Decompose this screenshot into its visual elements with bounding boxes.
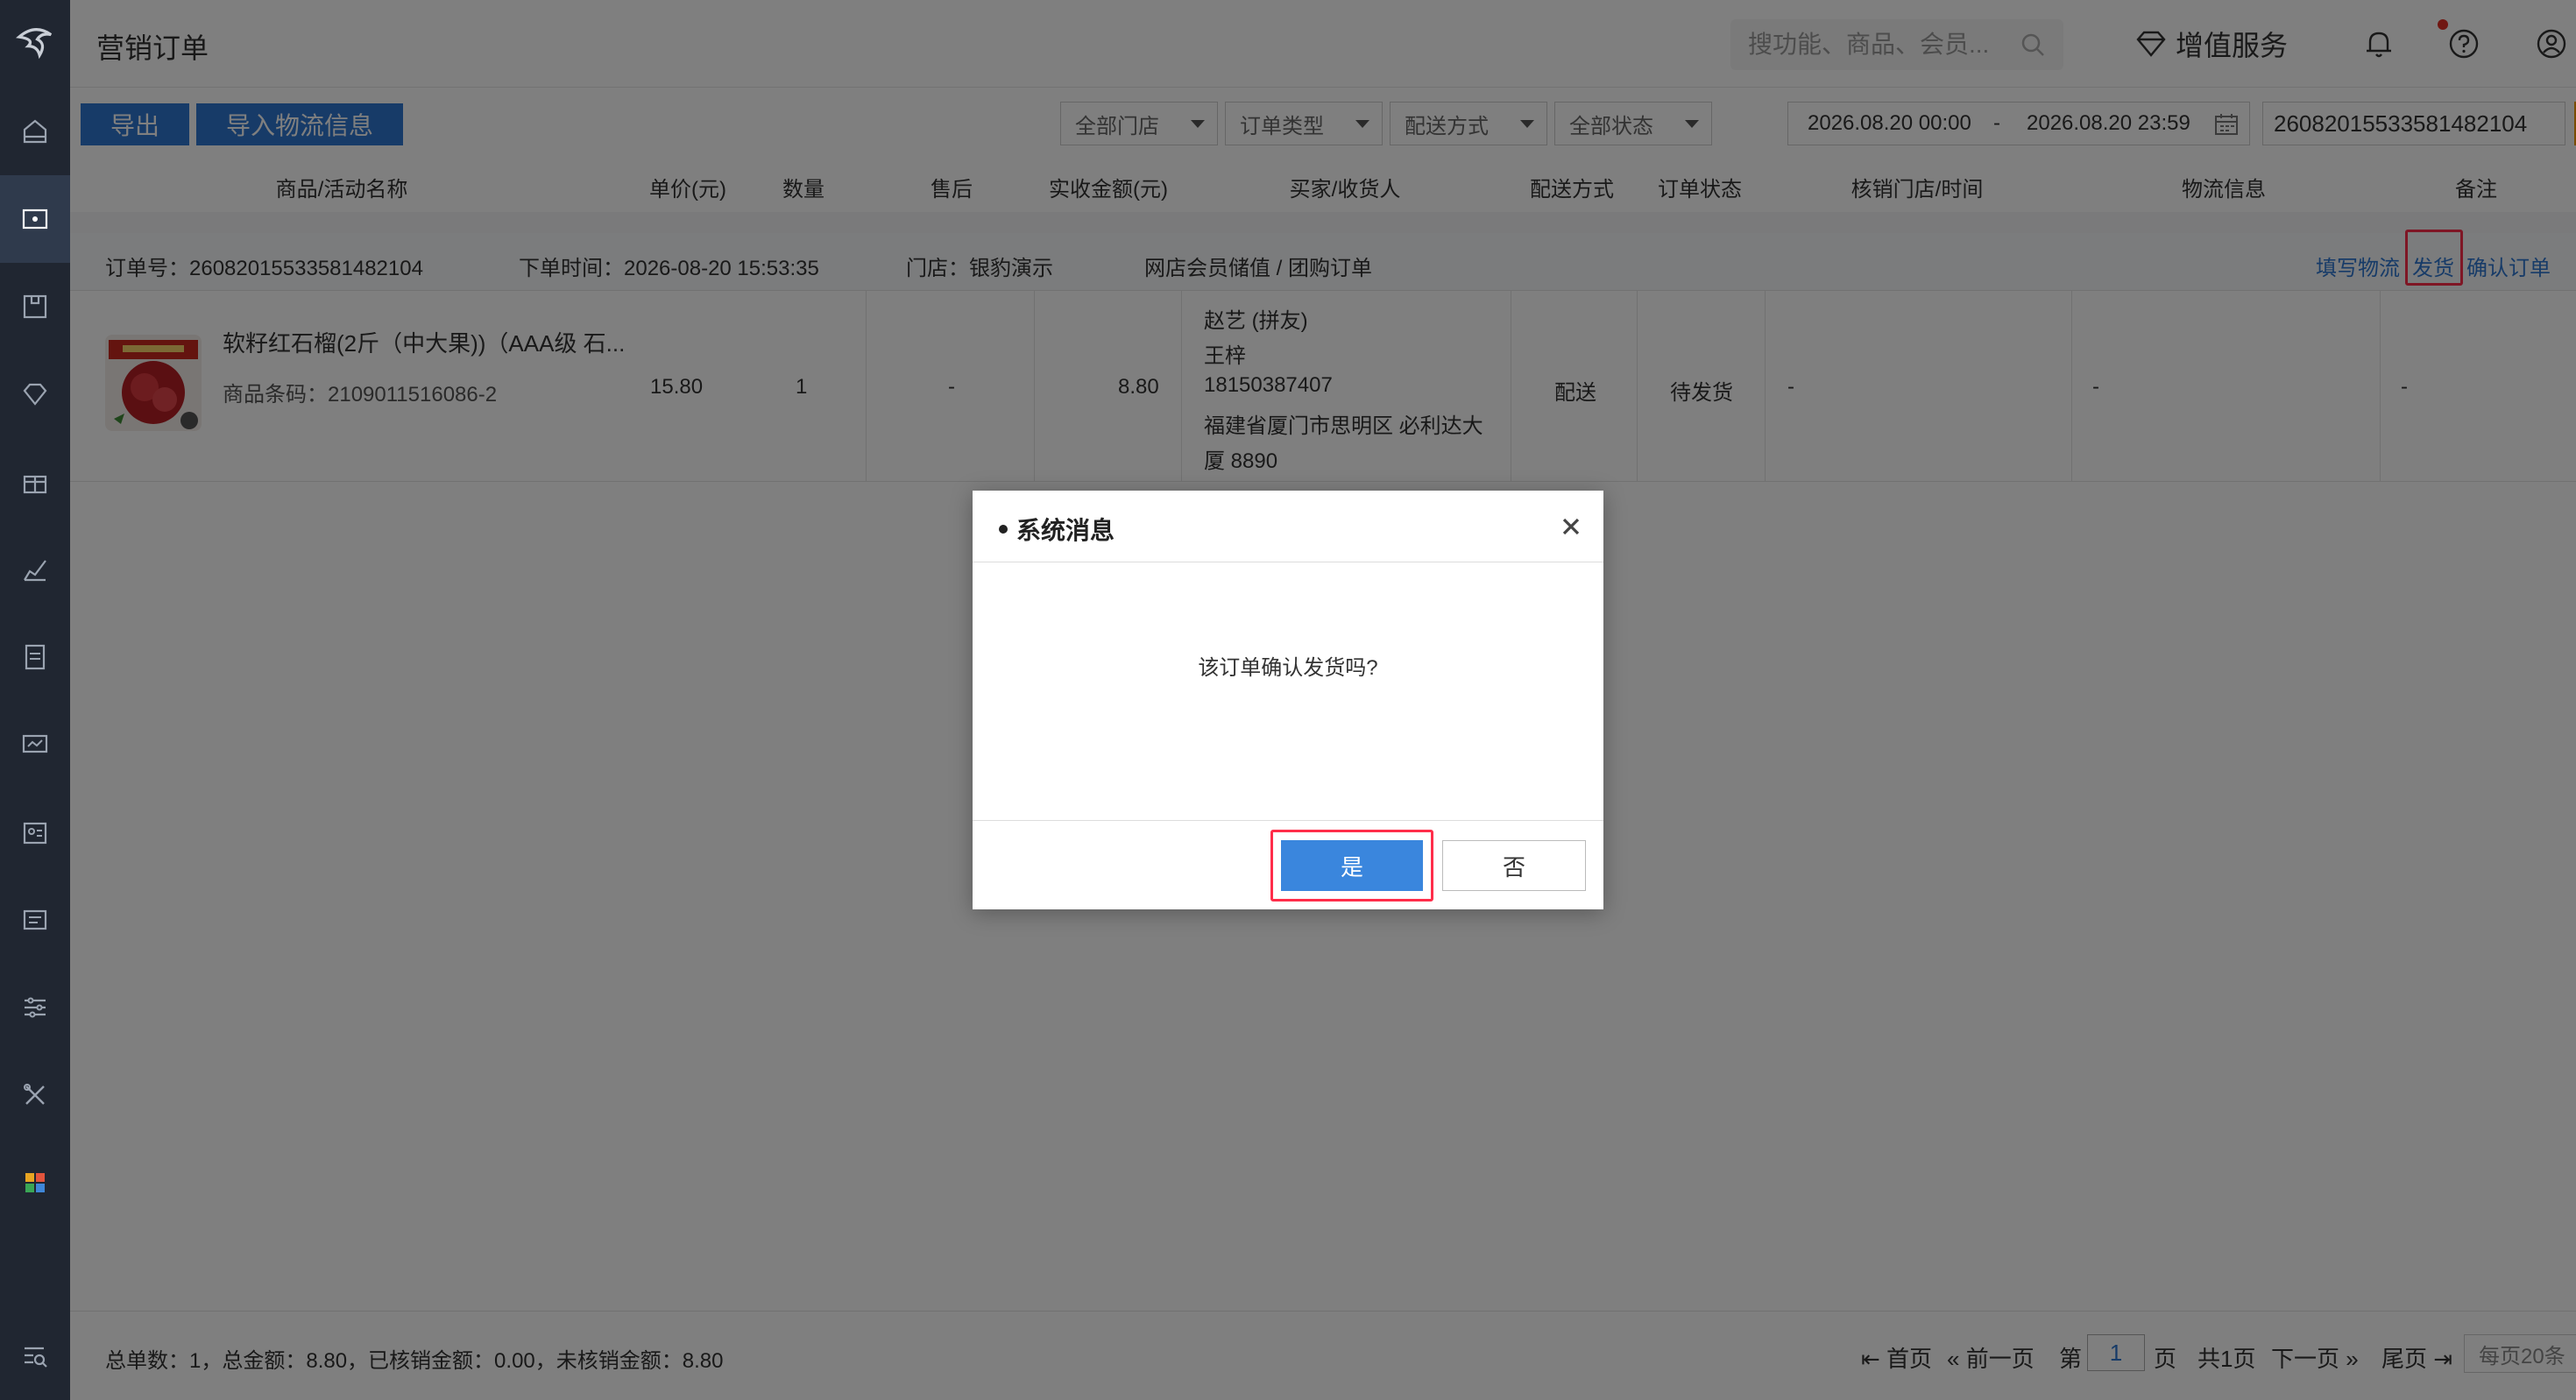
finance-icon — [22, 734, 48, 753]
sidebar-item-devices[interactable] — [0, 876, 70, 964]
no-button[interactable]: 否 — [1442, 840, 1586, 891]
dialog-header: 系统消息 — [973, 491, 1603, 562]
sidebar-item-apps[interactable] — [0, 1139, 70, 1227]
sidebar-item-members[interactable] — [0, 350, 70, 438]
box-icon — [23, 294, 47, 319]
sidebar-item-reports[interactable] — [0, 526, 70, 613]
diamond-icon — [23, 383, 47, 406]
id-card-icon — [23, 822, 47, 845]
sidebar-item-search-menu[interactable] — [0, 1312, 70, 1400]
close-icon[interactable] — [1558, 513, 1584, 540]
sidebar-item-orders[interactable] — [0, 175, 70, 263]
sidebar-item-home[interactable] — [0, 88, 70, 175]
sidebar-item-staff[interactable] — [0, 788, 70, 876]
sidebar-item-documents[interactable] — [0, 613, 70, 701]
screen-icon — [23, 909, 47, 930]
document-icon — [25, 644, 46, 670]
sidebar-item-marketing[interactable] — [0, 438, 70, 526]
sidebar-item-goods[interactable] — [0, 263, 70, 350]
dialog-footer: 是 否 — [973, 820, 1603, 909]
yes-highlight — [1270, 830, 1433, 902]
gift-icon — [23, 475, 47, 494]
tools-icon — [24, 1084, 45, 1105]
sidebar-item-finance[interactable] — [0, 701, 70, 788]
sidebar-item-tools[interactable] — [0, 1051, 70, 1139]
sliders-icon — [25, 997, 46, 1018]
orders-icon — [22, 209, 48, 230]
dialog-message: 该订单确认发货吗? — [1198, 656, 1378, 680]
logo-icon — [16, 28, 53, 60]
sidebar-item-settings[interactable] — [0, 964, 70, 1051]
dialog-title-text: 系统消息 — [1016, 517, 1115, 544]
bullet-icon — [999, 525, 1008, 534]
apps-grid-icon — [25, 1173, 45, 1192]
dialog-title: 系统消息 — [999, 512, 1115, 547]
sidebar — [0, 0, 70, 1400]
home-icon — [23, 119, 47, 144]
chart-icon — [24, 560, 46, 582]
app-logo[interactable] — [0, 0, 70, 88]
menu-search-icon — [25, 1347, 47, 1368]
confirm-dialog: 系统消息 该订单确认发货吗? 是 否 — [973, 491, 1603, 909]
